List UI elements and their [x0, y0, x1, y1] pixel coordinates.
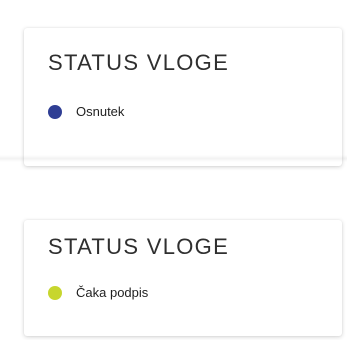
status-row: Osnutek: [48, 104, 124, 119]
canvas: STATUS VLOGE Osnutek STATUS VLOGE Čaka p…: [0, 0, 347, 340]
divider-shadow: [0, 155, 347, 162]
status-label: Čaka podpis: [76, 285, 149, 300]
status-card-title: STATUS VLOGE: [48, 234, 230, 259]
status-card: STATUS VLOGE Čaka podpis: [24, 220, 342, 336]
status-card-title: STATUS VLOGE: [48, 50, 230, 75]
status-dot-icon: [48, 285, 62, 300]
status-label: Osnutek: [76, 104, 125, 119]
status-card: STATUS VLOGE Osnutek: [24, 28, 342, 166]
status-dot-icon: [48, 104, 62, 119]
status-row: Čaka podpis: [48, 285, 148, 300]
